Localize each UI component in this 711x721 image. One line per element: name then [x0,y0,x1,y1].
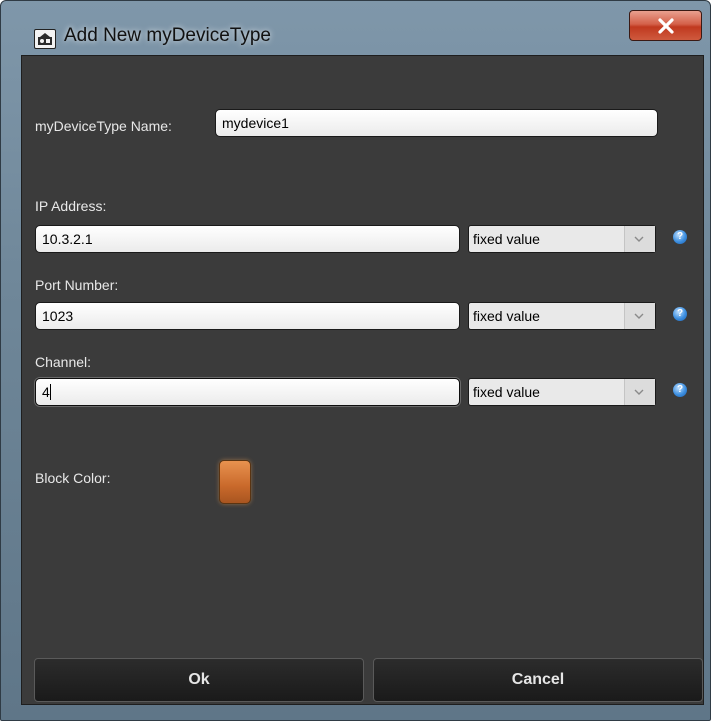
channel-mode-select[interactable]: fixed value [468,378,656,406]
port-number-input[interactable]: 1023 [35,302,460,330]
dialog-content: myDeviceType Name: mydevice1 IP Address:… [21,55,704,705]
chevron-down-icon[interactable] [624,226,655,252]
ip-address-input[interactable]: 10.3.2.1 [35,225,460,253]
port-number-help-icon[interactable]: ? [673,307,687,321]
ip-address-mode-select[interactable]: fixed value [468,225,656,253]
text-caret [49,384,51,400]
port-number-mode-value: fixed value [473,308,540,324]
block-color-label: Block Color: [35,470,111,486]
name-input[interactable]: mydevice1 [215,109,658,137]
channel-input[interactable]: 4 [35,378,460,406]
channel-help-icon[interactable]: ? [673,383,687,397]
port-number-label: Port Number: [35,277,119,293]
ok-button[interactable]: Ok [34,658,364,702]
ip-address-help-icon[interactable]: ? [673,230,687,244]
chevron-down-icon[interactable] [624,379,655,405]
channel-mode-value: fixed value [473,384,540,400]
ip-address-label: IP Address: [35,198,107,214]
port-number-mode-select[interactable]: fixed value [468,302,656,330]
name-label: myDeviceType Name: [35,118,172,134]
cancel-button[interactable]: Cancel [373,658,703,702]
close-button[interactable] [629,10,702,41]
block-color-swatch[interactable] [219,460,251,504]
channel-input-value: 4 [42,384,50,400]
dialog-window: Add New myDeviceType myDeviceType Name: … [0,0,711,721]
title-bar[interactable]: Add New myDeviceType [1,1,710,55]
device-app-icon [34,29,56,49]
channel-label: Channel: [35,354,92,370]
close-icon [658,18,674,34]
window-title: Add New myDeviceType [64,25,271,46]
ip-address-mode-value: fixed value [473,231,540,247]
chevron-down-icon[interactable] [624,303,655,329]
